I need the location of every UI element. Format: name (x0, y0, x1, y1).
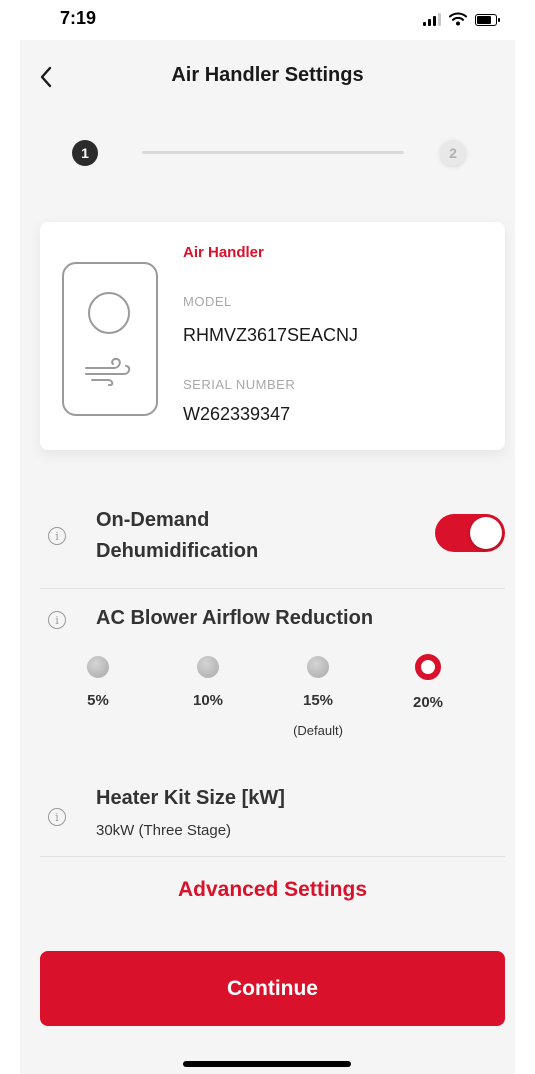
step-1-indicator: 1 (72, 140, 98, 166)
step-2-indicator: 2 (440, 140, 466, 166)
air-handler-icon (62, 262, 158, 416)
info-icon[interactable]: i (48, 611, 66, 629)
right-edge (515, 0, 535, 1074)
cellular-signal-icon (423, 12, 441, 26)
screen: 7:19 Air Handler Settings 1 2 Air Handle… (0, 0, 535, 1074)
wifi-icon (449, 12, 467, 26)
dehumidification-title-line2: Dehumidification (96, 540, 259, 562)
heater-kit-value: 30kW (Three Stage) (96, 822, 232, 839)
toggle-knob (470, 517, 502, 549)
airflow-reduction-row: i AC Blower Airflow Reduction (40, 600, 505, 640)
advanced-settings-link[interactable]: Advanced Settings (40, 878, 505, 902)
left-edge (0, 0, 20, 1074)
step-connector (142, 151, 404, 154)
dehumidification-row: i On-Demand Dehumidification (40, 502, 505, 572)
radio-button-selected (415, 654, 441, 680)
heater-kit-title: Heater Kit Size [kW] (96, 787, 285, 809)
header: Air Handler Settings (20, 40, 515, 120)
radio-button (197, 656, 219, 678)
airflow-option-20[interactable]: 20% (398, 650, 458, 711)
status-time: 7:19 (60, 8, 97, 28)
heater-kit-row[interactable]: i Heater Kit Size [kW] 30kW (Three Stage… (40, 780, 505, 850)
device-type-label: Air Handler (183, 244, 264, 261)
divider (40, 588, 505, 589)
continue-button[interactable]: Continue (40, 951, 505, 1026)
airflow-reduction-title: AC Blower Airflow Reduction (96, 607, 374, 629)
radio-button (307, 656, 329, 678)
airflow-icon (85, 357, 131, 386)
status-icons (423, 12, 500, 26)
page-title: Air Handler Settings (171, 64, 364, 86)
fan-circle (88, 292, 130, 334)
option-label: 5% (87, 692, 109, 709)
dehumidification-toggle[interactable] (435, 514, 505, 552)
model-label: MODEL (183, 294, 232, 309)
divider (40, 856, 505, 857)
info-icon[interactable]: i (48, 808, 66, 826)
airflow-reduction-options: 5% 10% 15% (Default) 20% (60, 650, 480, 750)
device-info-card: Air Handler MODEL RHMVZ3617SEACNJ SERIAL… (40, 222, 505, 450)
airflow-option-10[interactable]: 10% (178, 650, 238, 709)
airflow-option-15[interactable]: 15% (Default) (286, 650, 350, 738)
option-label: 10% (192, 692, 224, 709)
serial-number-value: W262339347 (183, 404, 291, 424)
serial-number-label: SERIAL NUMBER (183, 377, 296, 392)
default-note: (Default) (293, 723, 343, 738)
model-value: RHMVZ3617SEACNJ (183, 325, 359, 345)
status-bar: 7:19 (0, 0, 535, 40)
radio-button (87, 656, 109, 678)
dehumidification-title-line1: On-Demand (96, 509, 210, 531)
battery-icon (475, 14, 500, 26)
option-label: 20% (412, 694, 444, 711)
home-indicator (183, 1061, 351, 1067)
progress-stepper: 1 2 (60, 130, 480, 170)
info-icon[interactable]: i (48, 527, 66, 545)
option-label: 15% (302, 692, 334, 709)
airflow-option-5[interactable]: 5% (68, 650, 128, 709)
